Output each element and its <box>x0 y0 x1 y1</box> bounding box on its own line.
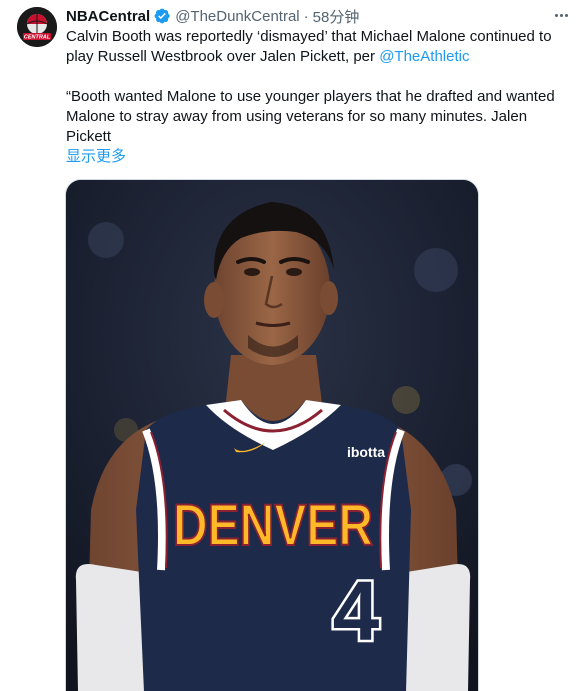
tweet-quote: “Booth wanted Malone to use younger play… <box>66 87 578 147</box>
show-more-link[interactable]: 显示更多 <box>66 147 126 167</box>
quote-line-1: “Booth wanted Malone to use younger play… <box>66 88 555 105</box>
tweet-text-line-1: Calvin Booth was reportedly ‘dismayed’ t… <box>66 28 552 45</box>
quote-line-2: Malone to stray away from using veterans… <box>66 108 528 125</box>
verified-badge-icon <box>154 8 170 24</box>
jersey-sponsor: ibotta <box>347 444 385 460</box>
more-options-icon[interactable] <box>550 4 572 26</box>
tweet-media[interactable]: ibotta DENVER 4 <box>65 179 479 691</box>
display-name[interactable]: NBACentral <box>66 8 150 25</box>
user-handle[interactable]: @TheDunkCentral <box>175 8 299 25</box>
jersey-team-name: DENVER <box>173 493 373 558</box>
tweet-text: Calvin Booth was reportedly ‘dismayed’ t… <box>66 27 578 67</box>
mention-link[interactable]: @TheAthletic <box>379 48 469 65</box>
tweet-text-line-2-prefix: play Russell Westbrook over Jalen Picket… <box>66 48 380 65</box>
quote-line-3: Pickett <box>66 128 112 145</box>
nbacentral-logo: CENTRAL <box>17 7 57 47</box>
avatar[interactable]: CENTRAL <box>17 7 57 47</box>
tweet-header: NBACentral @TheDunkCentral · 58分钟 <box>66 6 359 26</box>
avatar-logo-text: CENTRAL <box>24 35 51 41</box>
jersey-number: 4 <box>333 564 380 658</box>
header-separator: · <box>303 7 309 25</box>
tweet-text-line-2: play Russell Westbrook over Jalen Picket… <box>66 47 578 67</box>
player-photo: ibotta DENVER 4 <box>66 180 478 691</box>
timestamp[interactable]: 58分钟 <box>313 6 360 27</box>
